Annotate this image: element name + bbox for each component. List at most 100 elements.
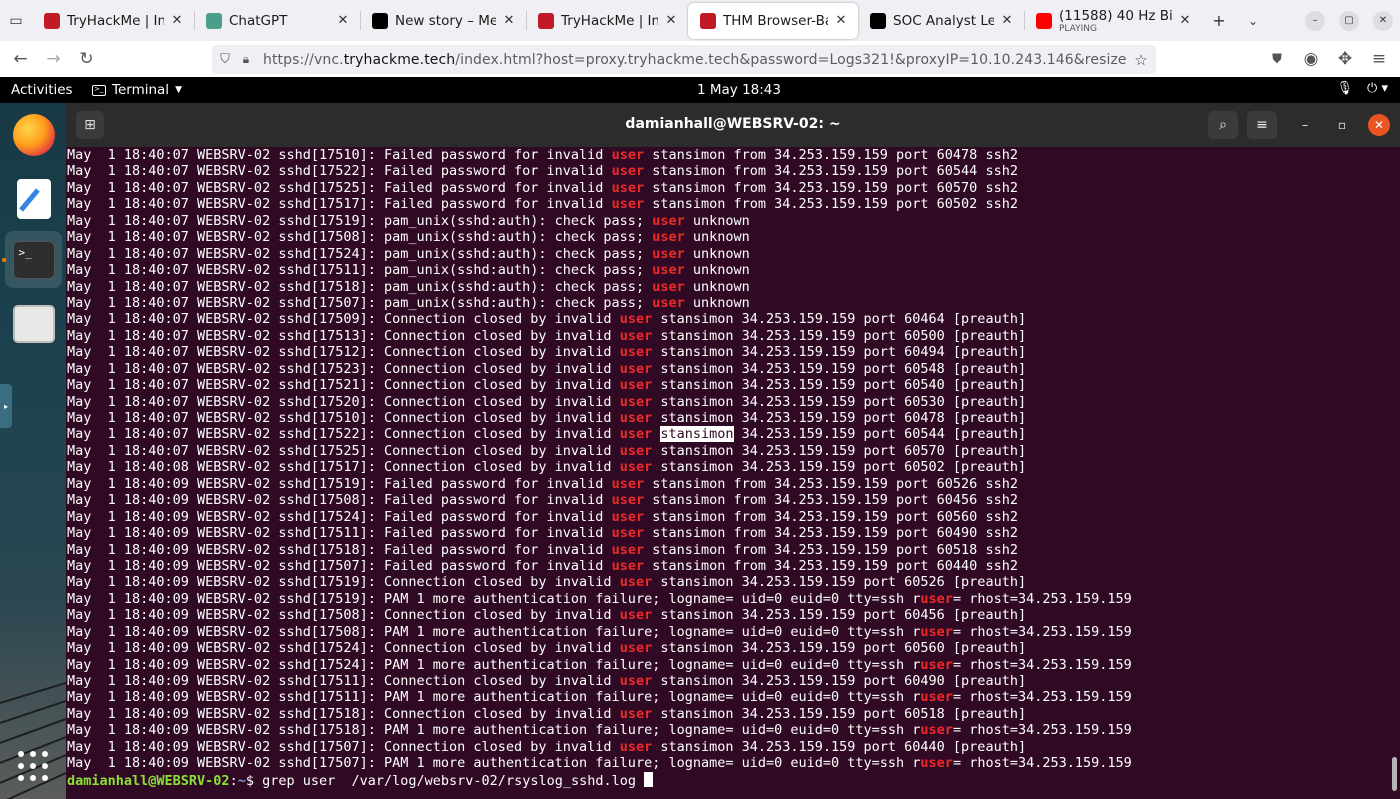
text-editor-launcher[interactable] bbox=[11, 176, 56, 221]
terminal-output[interactable]: May 1 18:40:07 WEBSRV-02 sshd[17510]: Fa… bbox=[66, 147, 1400, 799]
minimize-window-icon[interactable]: – bbox=[1305, 10, 1325, 31]
grep-match: user bbox=[611, 557, 645, 574]
firefox-launcher[interactable] bbox=[11, 112, 56, 157]
command-prompt[interactable]: damianhall@WEBSRV-02:~$ grep user /var/l… bbox=[67, 771, 1132, 789]
grep-match: user bbox=[920, 656, 953, 673]
grep-match: user bbox=[619, 459, 653, 476]
command-input[interactable]: grep user /var/log/websrv-02/rsyslog_ssh… bbox=[262, 773, 644, 789]
log-line: May 1 18:40:07 WEBSRV-02 sshd[17522]: Fa… bbox=[67, 163, 1132, 179]
dock-expand-handle-icon[interactable]: ▸ bbox=[0, 384, 12, 428]
clock[interactable]: 1 May 18:43 bbox=[697, 82, 781, 98]
ubuntu-dock: >_ ▸ bbox=[0, 103, 66, 799]
show-apps-icon[interactable] bbox=[18, 751, 48, 781]
system-tray[interactable]: 🎙︎ ⏻ ▾ bbox=[1337, 81, 1388, 96]
browser-tab[interactable]: TryHackMe | Intro ✕ bbox=[32, 0, 194, 41]
log-text: May 1 18:40:07 WEBSRV-02 sshd[17522]: Fa… bbox=[67, 163, 612, 180]
browser-tab[interactable]: New story – Mediu ✕ bbox=[360, 0, 526, 41]
log-text: May 1 18:40:08 WEBSRV-02 sshd[17517]: Co… bbox=[67, 459, 620, 476]
new-tab-icon[interactable]: + bbox=[1202, 0, 1236, 41]
log-text: stansimon from 34.253.159.159 port 60478… bbox=[644, 147, 1018, 163]
log-text: unknown bbox=[684, 212, 750, 229]
text-cursor bbox=[644, 771, 654, 787]
log-text: unknown bbox=[684, 278, 750, 295]
browser-tab[interactable]: SOC Analyst Level ✕ bbox=[858, 0, 1024, 41]
browser-tab[interactable]: (11588) 40 Hz BinaPLAYING ✕ bbox=[1024, 0, 1202, 41]
log-text: May 1 18:40:09 WEBSRV-02 sshd[17507]: Co… bbox=[67, 738, 620, 755]
text-editor-icon bbox=[16, 178, 51, 219]
grep-match: user bbox=[652, 278, 685, 295]
prompt-path: ~ bbox=[237, 772, 246, 789]
log-text: May 1 18:40:09 WEBSRV-02 sshd[17511]: Fa… bbox=[67, 525, 612, 542]
log-text: May 1 18:40:09 WEBSRV-02 sshd[17524]: Fa… bbox=[67, 508, 612, 525]
search-icon[interactable]: ⌕ bbox=[1208, 111, 1238, 139]
activities-button[interactable]: Activities bbox=[0, 82, 92, 98]
extensions-icon[interactable]: ✥ bbox=[1328, 41, 1362, 77]
bookmark-star-icon[interactable]: ☆ bbox=[1126, 51, 1156, 69]
pocket-icon[interactable]: ⛊ bbox=[1260, 41, 1294, 77]
tab-title: TryHackMe | Intro bbox=[67, 12, 164, 29]
log-text: May 1 18:40:07 WEBSRV-02 sshd[17513]: Co… bbox=[67, 327, 620, 344]
close-window-icon[interactable]: ✕ bbox=[1373, 10, 1393, 31]
log-text: May 1 18:40:09 WEBSRV-02 sshd[17511]: PA… bbox=[67, 689, 921, 706]
url-text[interactable]: https://vnc.tryhackme.tech/index.html?ho… bbox=[263, 52, 1126, 68]
close-tab-icon[interactable]: ✕ bbox=[1176, 13, 1194, 28]
browser-nav-bar: ← → ↻ ⛉ 🔒︎ https://vnc.tryhackme.tech/in… bbox=[0, 41, 1400, 77]
log-text: May 1 18:40:07 WEBSRV-02 sshd[17522]: Co… bbox=[67, 426, 620, 443]
log-line: May 1 18:40:07 WEBSRV-02 sshd[17522]: Co… bbox=[67, 426, 1132, 443]
close-tab-icon[interactable]: ✕ bbox=[334, 13, 352, 28]
grep-match: user bbox=[619, 705, 653, 722]
maximize-window-icon[interactable]: ▢ bbox=[1339, 10, 1359, 31]
tracking-shield-icon[interactable]: ⛉ bbox=[212, 52, 238, 67]
medium-icon bbox=[870, 12, 886, 29]
close-tab-icon[interactable]: ✕ bbox=[662, 13, 680, 28]
tab-list: TryHackMe | Intro✕ChatGPT✕New story – Me… bbox=[32, 0, 1202, 41]
log-text: stansimon 34.253.159.159 port 60456 [pre… bbox=[652, 607, 1027, 624]
hamburger-menu-icon[interactable]: ≡ bbox=[1247, 111, 1277, 139]
lock-icon[interactable]: 🔒︎ bbox=[238, 52, 254, 67]
grep-match: user bbox=[619, 377, 653, 394]
log-line: May 1 18:40:09 WEBSRV-02 sshd[17518]: Fa… bbox=[67, 542, 1132, 558]
log-text: May 1 18:40:09 WEBSRV-02 sshd[17519]: Fa… bbox=[67, 475, 612, 492]
minimize-icon[interactable]: – bbox=[1294, 114, 1316, 136]
browser-tab[interactable]: THM Browser-Base ✕ bbox=[688, 2, 858, 39]
tryhackme-icon bbox=[44, 12, 60, 29]
log-line: May 1 18:40:09 WEBSRV-02 sshd[17511]: PA… bbox=[67, 689, 1132, 705]
app-menu-button[interactable]: >_ Terminal ▼ bbox=[92, 82, 182, 98]
log-line: May 1 18:40:09 WEBSRV-02 sshd[17508]: Co… bbox=[67, 607, 1132, 623]
log-line: May 1 18:40:09 WEBSRV-02 sshd[17519]: PA… bbox=[67, 591, 1132, 607]
log-text: May 1 18:40:09 WEBSRV-02 sshd[17518]: PA… bbox=[67, 722, 921, 739]
log-text: = rhost=34.253.159.159 bbox=[952, 689, 1132, 706]
reload-icon[interactable]: ↻ bbox=[70, 41, 103, 77]
maximize-icon[interactable]: ▫ bbox=[1331, 114, 1353, 136]
log-line: May 1 18:40:07 WEBSRV-02 sshd[17523]: Co… bbox=[67, 361, 1132, 377]
close-tab-icon[interactable]: ✕ bbox=[998, 13, 1016, 28]
prompt-separator: : bbox=[229, 772, 238, 789]
terminal-scrollbar[interactable] bbox=[1392, 757, 1397, 791]
terminal-header-bar: ⊞ damianhall@WEBSRV-02: ~ ⌕ ≡ – ▫ ✕ bbox=[66, 103, 1400, 147]
list-all-tabs-icon[interactable]: ▭ bbox=[0, 0, 32, 41]
grep-match: user bbox=[920, 590, 953, 607]
close-icon[interactable]: ✕ bbox=[1368, 114, 1390, 136]
close-tab-icon[interactable]: ✕ bbox=[500, 13, 518, 28]
grep-match: user bbox=[652, 229, 685, 246]
forward-arrow-icon[interactable]: → bbox=[37, 41, 70, 77]
log-line: May 1 18:40:07 WEBSRV-02 sshd[17512]: Co… bbox=[67, 344, 1132, 360]
close-tab-icon[interactable]: ✕ bbox=[832, 13, 850, 28]
browser-tab[interactable]: ChatGPT ✕ bbox=[194, 0, 360, 41]
back-arrow-icon[interactable]: ← bbox=[4, 41, 37, 77]
terminal-launcher[interactable]: >_ bbox=[5, 231, 62, 288]
close-tab-icon[interactable]: ✕ bbox=[168, 13, 186, 28]
log-text: stansimon 34.253.159.159 port 60540 [pre… bbox=[652, 377, 1027, 394]
files-launcher[interactable] bbox=[11, 301, 56, 346]
log-text: May 1 18:40:09 WEBSRV-02 sshd[17508]: PA… bbox=[67, 623, 921, 640]
chevron-down-icon[interactable]: ⌄ bbox=[1236, 0, 1270, 41]
gnome-top-bar: Activities >_ Terminal ▼ 1 May 18:43 🎙︎ … bbox=[0, 77, 1400, 103]
log-line: May 1 18:40:07 WEBSRV-02 sshd[17513]: Co… bbox=[67, 328, 1132, 344]
menu-icon[interactable]: ≡ bbox=[1362, 41, 1396, 77]
terminal-title: damianhall@WEBSRV-02: ~ bbox=[625, 116, 841, 132]
address-bar[interactable]: ⛉ 🔒︎ https://vnc.tryhackme.tech/index.ht… bbox=[212, 45, 1156, 74]
browser-tab[interactable]: TryHackMe | Intro ✕ bbox=[526, 0, 688, 41]
log-text: May 1 18:40:09 WEBSRV-02 sshd[17524]: Co… bbox=[67, 640, 620, 657]
grep-match: user bbox=[652, 245, 685, 262]
account-icon[interactable]: ◉ bbox=[1294, 41, 1328, 77]
